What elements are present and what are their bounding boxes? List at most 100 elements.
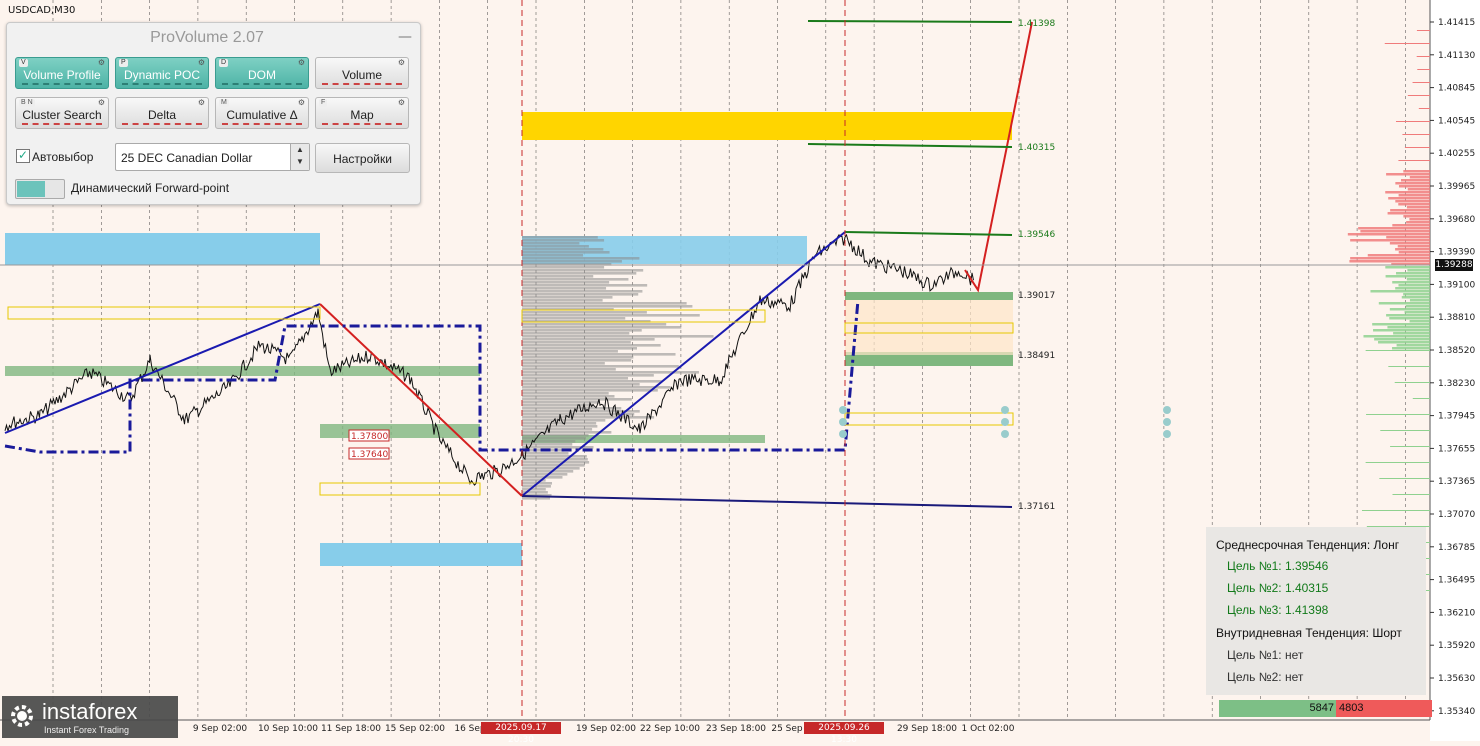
time-tick-label: 11 Sep 18:00 — [321, 724, 381, 734]
time-tick-label: 25 Sep — [771, 724, 803, 734]
target-zone-yellow — [522, 112, 1012, 140]
intra-trend-title: Внутридневная Тенденция: Шорт — [1216, 626, 1402, 640]
orange-zone-right — [845, 300, 1013, 355]
price-tick-label: 1.37945 — [1438, 412, 1475, 422]
instrument-select[interactable]: 25 DEC Canadian Dollar ▲ ▼ — [115, 143, 310, 171]
button-indicator — [122, 121, 202, 125]
green-zone-mid — [320, 424, 480, 438]
tool-button-dom[interactable]: D ⚙ DOM — [215, 57, 309, 89]
provolume-panel: ProVolume 2.07 — V ⚙ Volume Profile P ⚙ Dynam… — [6, 22, 421, 205]
price-tick-label: 1.40845 — [1438, 84, 1475, 94]
date-tag-2: 2025.09.26 13:30 — [804, 722, 884, 745]
sell-volume: 4803 — [1336, 700, 1432, 717]
target3-label: 1.41398 — [1018, 19, 1055, 29]
buy-volume: 5847 — [1219, 700, 1336, 717]
tool-button-label: DOM — [248, 68, 276, 82]
price-tick-label: 1.38810 — [1438, 313, 1475, 323]
gear-icon[interactable]: ⚙ — [198, 59, 205, 67]
gear-icon[interactable]: ⚙ — [398, 99, 405, 107]
current-price-tag: 1.39288 — [1435, 259, 1473, 271]
autoselect-checkbox[interactable]: ✓ — [16, 149, 30, 163]
instrument-value: 25 DEC Canadian Dollar — [121, 151, 253, 165]
date-tag-1: 2025.09.17 20:30 — [481, 722, 561, 745]
price-tick-label: 1.41130 — [1438, 51, 1475, 61]
price-tick-label: 1.37365 — [1438, 477, 1475, 487]
hotkey-badge: P — [119, 59, 128, 67]
target3-line — [807, 20, 1013, 23]
tool-button-label: Volume — [341, 68, 383, 82]
panel-title: ProVolume 2.07 — [150, 29, 264, 46]
price-tick-label: 1.36495 — [1438, 576, 1475, 586]
green-zone-right-1 — [845, 292, 1013, 300]
instaforex-logo: instaforex Instant Forex Trading — [2, 696, 178, 738]
hotkey-badge: B N — [19, 99, 35, 107]
chart-area[interactable]: 1.37800 1.37640 1.41398 1.40315 1.39546 … — [0, 0, 1480, 745]
gear-icon[interactable]: ⚙ — [98, 59, 105, 67]
settings-button[interactable]: Настройки — [315, 143, 410, 173]
tool-button-label: Cumulative Δ — [226, 108, 298, 122]
price-tick-label: 1.35340 — [1438, 707, 1475, 717]
autoselect-label: Автовыбор — [32, 150, 94, 164]
logo-tagline: Instant Forex Trading — [44, 725, 130, 735]
mid-trend-title: Среднесрочная Тенденция: Лонг — [1216, 538, 1400, 552]
price-axis-background — [1430, 0, 1480, 741]
hotkey-badge: V — [19, 59, 28, 67]
minimize-icon[interactable]: — — [398, 29, 412, 45]
forward-point-toggle[interactable] — [15, 179, 65, 199]
forward-point-label: Динамический Forward-point — [71, 181, 230, 195]
price-tick-label: 1.38230 — [1438, 379, 1475, 389]
mid-target2: Цель №2: 1.40315 — [1227, 581, 1329, 595]
gear-icon[interactable]: ⚙ — [298, 59, 305, 67]
button-indicator — [322, 121, 402, 125]
tool-button-cumulative-[interactable]: M ⚙ Cumulative Δ — [215, 97, 309, 129]
tool-button-map[interactable]: F ⚙ Map — [315, 97, 409, 129]
time-axis: 9 Sep 02:00 10 Sep 10:00 11 Sep 18:00 15 Se… — [193, 724, 1015, 734]
price-tick-label: 1.38520 — [1438, 346, 1475, 356]
button-indicator — [22, 81, 102, 85]
gear-icon[interactable]: ⚙ — [398, 59, 405, 67]
hotkey-badge: F — [319, 99, 328, 107]
gear-icon[interactable]: ⚙ — [98, 99, 105, 107]
logo-name: instaforex — [42, 699, 138, 724]
time-tick-label: 23 Sep 18:00 — [706, 724, 766, 734]
time-tick-label: 22 Sep 10:00 — [640, 724, 700, 734]
tool-button-label: Volume Profile — [23, 68, 101, 82]
price-tick-label: 1.35920 — [1438, 641, 1475, 651]
tool-button-dynamic-poc[interactable]: P ⚙ Dynamic POC — [115, 57, 209, 89]
time-tick-label: 10 Sep 10:00 — [258, 724, 318, 734]
button-indicator — [322, 81, 402, 85]
target2-label: 1.40315 — [1018, 143, 1055, 153]
time-tick-label: 1 Oct 02:00 — [962, 724, 1015, 734]
hotkey-badge: D — [219, 59, 229, 67]
support2-label: 1.38491 — [1018, 351, 1055, 361]
price-tick-label: 1.40545 — [1438, 116, 1475, 126]
price-tick-label: 1.41415 — [1438, 18, 1475, 28]
price-tick-label: 1.39965 — [1438, 182, 1475, 192]
button-indicator — [122, 81, 202, 85]
tool-button-label: Dynamic POC — [123, 68, 200, 82]
tool-button-volume-profile[interactable]: V ⚙ Volume Profile — [15, 57, 109, 89]
tool-button-cluster-search[interactable]: B N ⚙ Cluster Search — [15, 97, 109, 129]
box-label-1: 1.37800 — [351, 432, 388, 442]
support-zone-left — [320, 543, 522, 566]
gear-logo-icon — [11, 705, 33, 727]
intra-target2: Цель №2: нет — [1227, 670, 1304, 684]
button-indicator — [22, 121, 102, 125]
tool-button-label: Delta — [147, 108, 176, 122]
button-indicator — [222, 81, 302, 85]
price-tick-label: 1.39100 — [1438, 280, 1475, 290]
time-tick-label: 15 Sep 02:00 — [385, 724, 445, 734]
spinner-icon[interactable]: ▲ ▼ — [290, 144, 309, 170]
mid-target1: Цель №1: 1.39546 — [1227, 559, 1329, 573]
tool-button-volume[interactable]: ⚙ Volume — [315, 57, 409, 89]
time-tick-label: 9 Sep 02:00 — [193, 724, 248, 734]
price-tick-label: 1.36210 — [1438, 608, 1475, 618]
price-tick-label: 1.35630 — [1438, 674, 1475, 684]
time-tick-label: 19 Sep 02:00 — [576, 724, 636, 734]
gear-icon[interactable]: ⚙ — [298, 99, 305, 107]
price-tick-label: 1.39390 — [1438, 248, 1475, 258]
button-indicator — [222, 121, 302, 125]
tool-button-delta[interactable]: ⚙ Delta — [115, 97, 209, 129]
price-tick-label: 1.39680 — [1438, 215, 1475, 225]
gear-icon[interactable]: ⚙ — [198, 99, 205, 107]
